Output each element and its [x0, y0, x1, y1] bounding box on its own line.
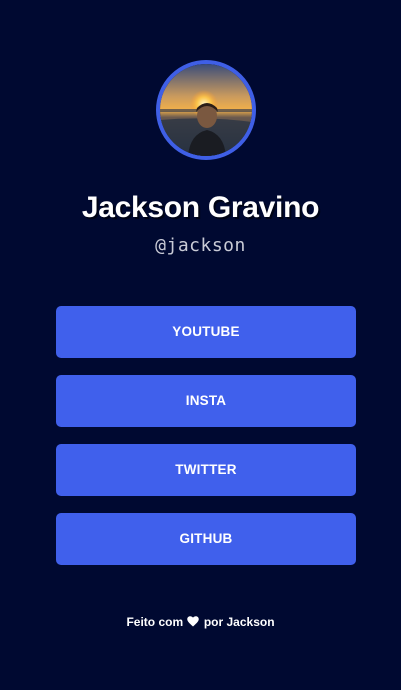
- footer-prefix: Feito com: [126, 615, 184, 629]
- twitter-link-button[interactable]: TWITTER: [56, 444, 356, 496]
- avatar: [156, 60, 256, 160]
- footer: Feito com por Jackson: [0, 614, 401, 630]
- footer-suffix: por Jackson: [203, 615, 275, 629]
- youtube-link-button[interactable]: YOUTUBE: [56, 306, 356, 358]
- profile-name: Jackson Gravino: [81, 191, 320, 224]
- profile-handle: @jackson: [155, 235, 246, 256]
- avatar-photo: [160, 64, 252, 156]
- github-link-button[interactable]: GITHUB: [56, 513, 356, 565]
- heart-icon: [187, 616, 200, 627]
- insta-link-button[interactable]: INSTA: [56, 375, 356, 427]
- link-list: YOUTUBE INSTA TWITTER GITHUB: [56, 306, 356, 582]
